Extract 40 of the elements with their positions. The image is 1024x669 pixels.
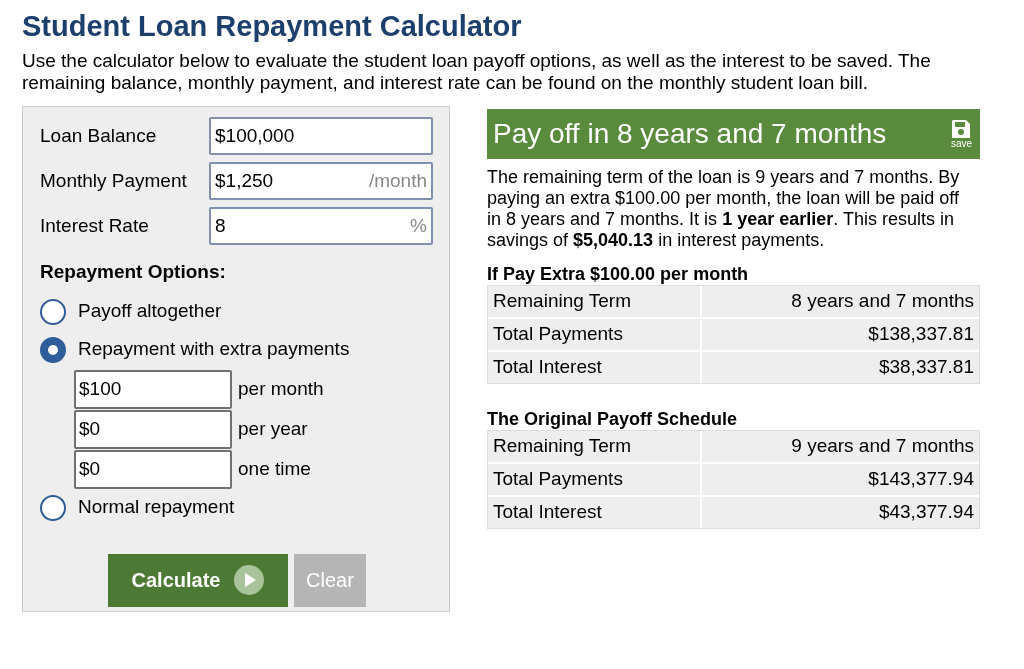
table-cell: Total Interest — [488, 352, 700, 383]
calculate-button[interactable]: Calculate — [108, 553, 288, 607]
radio-button[interactable] — [40, 336, 66, 363]
field-label: per month — [238, 376, 324, 401]
table-cell: Total Interest — [488, 497, 700, 528]
result-summary: The remaining term of the loan is 9 years and 7 months. By paying an extra $100.00 per month, the loan will be paid off in 8 years and 7 months. It is 1 year earlier. This results in savings of $5,040.13 in interest payments. — [487, 167, 961, 251]
input-field[interactable]: $0 — [74, 449, 232, 489]
input-field[interactable]: $100 — [74, 369, 232, 409]
field-label: per year — [238, 416, 308, 441]
input-field[interactable]: $100,000 — [209, 117, 433, 155]
table-cell: $138,337.81 — [702, 319, 979, 350]
table-cell: Remaining Term — [488, 286, 700, 317]
radio-button[interactable] — [40, 494, 66, 521]
option-label: Normal repayment — [78, 495, 235, 520]
field-label: Interest Rate — [40, 213, 150, 238]
table-title: The Original Payoff Schedule — [487, 408, 739, 430]
result-heading: Pay off in 8 years and 7 months — [493, 117, 887, 151]
intro-text: Use the calculator below to evaluate the student loan payoff options, as well as the interest to be saved. The remaining balance, monthly payment, and interest rate can be found on the monthly student loan bill. — [22, 50, 932, 94]
input-field[interactable]: $0 — [74, 409, 232, 449]
table-cell: Total Payments — [488, 319, 700, 350]
table-cell: $43,377.94 — [702, 497, 979, 528]
table-cell: 8 years and 7 months — [702, 286, 979, 317]
field-label: one time — [238, 456, 311, 481]
table-cell: 9 years and 7 months — [702, 431, 979, 462]
table-cell: Remaining Term — [488, 431, 700, 462]
play-icon — [234, 565, 265, 595]
radio-button[interactable] — [40, 298, 66, 325]
table-cell: $38,337.81 — [702, 352, 979, 383]
section-heading: Repayment Options: — [40, 260, 227, 284]
save-button[interactable]: save — [950, 119, 972, 149]
input-field[interactable]: 8 % — [209, 207, 433, 245]
field-label: Loan Balance — [40, 123, 158, 148]
page-title: Student Loan Repayment Calculator — [22, 9, 523, 44]
field-label: Monthly Payment — [40, 168, 188, 193]
table-cell: $143,377.94 — [702, 464, 979, 495]
option-label: Repayment with extra payments — [78, 337, 350, 362]
table-title: If Pay Extra $100.00 per month — [487, 263, 750, 285]
input-field[interactable]: $1,250 /month — [209, 162, 433, 200]
option-label: Payoff altogether — [78, 299, 222, 324]
table-cell: Total Payments — [488, 464, 700, 495]
